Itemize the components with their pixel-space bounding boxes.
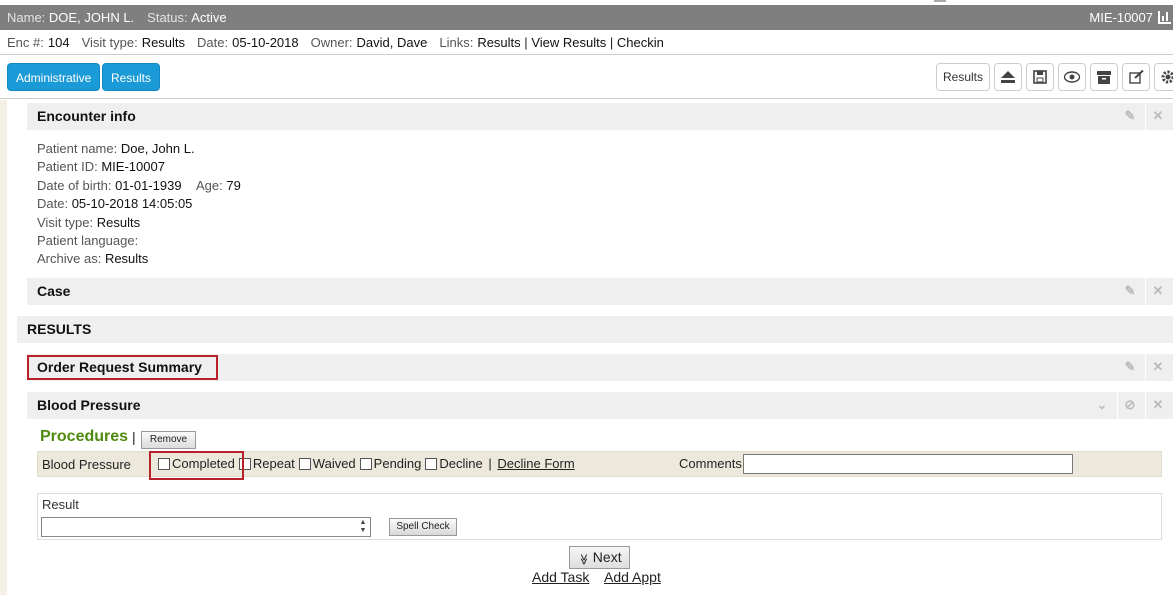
patient-id-label: Patient ID:: [37, 159, 98, 175]
patient-name-value: Doe, John L.: [120, 141, 195, 156]
decline-label: Decline: [439, 456, 483, 471]
patient-name-label: Patient name:: [37, 141, 118, 156]
procedures-title: Procedures: [40, 428, 129, 445]
spinner-icon[interactable]: ▲ ▼: [357, 519, 369, 535]
link-separator: |: [524, 35, 528, 50]
decline-checkbox[interactable]: [425, 457, 438, 470]
visit-type-info-value: Results: [96, 214, 141, 230]
date-info-value: 05-10-2018 14:05:05: [71, 196, 193, 212]
next-label: Next: [592, 549, 622, 565]
archive-value: Results: [104, 251, 149, 267]
blood-pressure-header: Blood Pressure ⌄ ⊘ ✕: [27, 392, 1173, 419]
results-button[interactable]: Results: [102, 63, 161, 91]
administrative-button[interactable]: Administrative: [7, 63, 101, 91]
eye-icon[interactable]: [1058, 63, 1086, 91]
blood-pressure-title: Blood Pressure: [37, 397, 141, 413]
left-margin-strip: [0, 100, 7, 595]
archive-icon[interactable]: [1090, 63, 1118, 91]
results-section-title: RESULTS: [27, 321, 92, 337]
dob-value: 01-01-1939: [115, 177, 182, 193]
toolbar: Administrative Results Results: [0, 56, 1173, 99]
close-icon[interactable]: ✕: [1151, 360, 1165, 374]
comments-label: Comments: [679, 456, 742, 471]
language-label: Patient language:: [37, 233, 139, 249]
link-separator: |: [609, 35, 614, 50]
patient-id: MIE-10007: [1089, 10, 1153, 25]
encounter-info-body: Patient name: Doe, John L. Patient ID: M…: [37, 140, 241, 269]
patient-bar: Name: DOE, JOHN L. Status: Active MIE-10…: [0, 5, 1173, 30]
enc-label: Enc #:: [7, 35, 44, 50]
case-title: Case: [37, 283, 71, 299]
owner-label: Owner:: [310, 35, 353, 50]
result-box: Result ▲ ▼ Spell Check: [37, 493, 1162, 540]
decline-separator: |: [488, 456, 492, 471]
gear-icon[interactable]: [1154, 63, 1173, 91]
status-value: Active: [191, 10, 227, 25]
resize-handle[interactable]: [934, 0, 946, 2]
visit-type-info-label: Visit type:: [37, 214, 94, 230]
block-icon[interactable]: ⊘: [1123, 398, 1137, 412]
encounter-info-title: Encounter info: [37, 108, 136, 124]
owner-value: David, Dave: [356, 35, 428, 50]
encounter-bar: Enc #: 104 Visit type: Results Date: 05-…: [0, 31, 1173, 55]
close-icon[interactable]: ✕: [1151, 398, 1165, 412]
procedure-row: Blood Pressure Completed Repeat Waived P…: [37, 451, 1162, 477]
encounter-info-header: Encounter info ✎ ✕: [27, 103, 1173, 130]
patient-name: DOE, JOHN L.: [48, 10, 135, 25]
completed-label: Completed: [172, 456, 235, 471]
date-info-label: Date:: [37, 196, 69, 212]
case-header: Case ✎ ✕: [27, 278, 1173, 305]
repeat-checkbox[interactable]: [238, 457, 251, 470]
results-right-button[interactable]: Results: [936, 63, 990, 91]
spell-check-button[interactable]: Spell Check: [389, 518, 457, 536]
dob-label: Date of birth:: [37, 177, 112, 193]
link-view-results[interactable]: View Results: [531, 35, 606, 50]
status-label: Status:: [147, 10, 188, 25]
name-label: Name:: [7, 10, 46, 25]
completed-checkbox[interactable]: [158, 457, 170, 470]
date-value: 05-10-2018: [232, 35, 299, 50]
decline-form-link[interactable]: Decline Form: [497, 456, 574, 471]
age-label: Age:: [196, 177, 223, 193]
status-checkbox-group: Completed Repeat Waived Pending Decline …: [156, 456, 577, 471]
visit-type-value: Results: [141, 35, 186, 50]
order-request-title: Order Request Summary: [37, 359, 202, 375]
date-label: Date:: [197, 35, 229, 50]
pencil-icon[interactable]: ✎: [1123, 109, 1137, 123]
link-checkin[interactable]: Checkin: [617, 35, 664, 50]
remove-button[interactable]: Remove: [141, 431, 196, 449]
pending-checkbox[interactable]: [359, 457, 372, 470]
links-label: Links:: [439, 35, 474, 50]
result-label: Result: [42, 497, 79, 512]
double-chevron-down-icon: ≫: [577, 553, 590, 566]
result-input[interactable]: ▲ ▼: [41, 517, 371, 537]
procedures-separator: |: [132, 429, 136, 445]
pending-label: Pending: [373, 456, 422, 471]
comments-input[interactable]: [743, 454, 1073, 474]
waived-checkbox[interactable]: [298, 457, 311, 470]
close-icon[interactable]: ✕: [1151, 284, 1165, 298]
results-section-header: RESULTS: [17, 316, 1173, 343]
procedure-name: Blood Pressure: [42, 457, 131, 472]
pencil-icon[interactable]: ✎: [1123, 360, 1137, 374]
order-request-header: Order Request Summary ✎ ✕: [27, 354, 1173, 381]
repeat-label: Repeat: [252, 456, 295, 471]
waived-label: Waived: [312, 456, 356, 471]
chart-icon[interactable]: [1158, 11, 1171, 24]
eject-icon[interactable]: [994, 63, 1022, 91]
archive-label: Archive as:: [37, 251, 102, 267]
age-value: 79: [226, 177, 241, 193]
enc-number: 104: [47, 35, 70, 50]
edit-icon[interactable]: [1122, 63, 1150, 91]
pencil-icon[interactable]: ✎: [1123, 284, 1137, 298]
add-task-link[interactable]: Add Task: [532, 569, 589, 585]
next-button[interactable]: ≫ Next: [569, 546, 630, 569]
chevron-down-icon[interactable]: ⌄: [1095, 398, 1109, 412]
patient-id-value: MIE-10007: [101, 159, 165, 175]
close-icon[interactable]: ✕: [1151, 109, 1165, 123]
link-results[interactable]: Results: [477, 35, 520, 50]
add-appt-link[interactable]: Add Appt: [604, 569, 661, 585]
save-icon[interactable]: [1026, 63, 1054, 91]
visit-type-label: Visit type:: [81, 35, 138, 50]
